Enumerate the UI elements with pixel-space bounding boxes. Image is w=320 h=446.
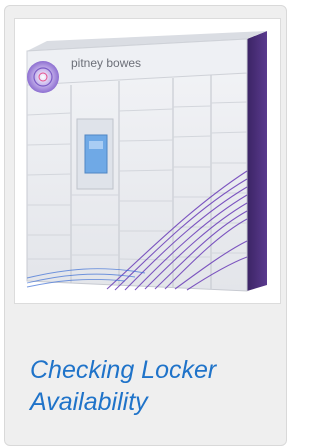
locker-side-panel — [247, 31, 267, 291]
parcel-locker-illustration: pitney bowes — [26, 31, 267, 292]
locker-card[interactable]: pitney bowes Checking Locker Availabilit… — [4, 5, 287, 446]
card-title-link[interactable]: Checking Locker Availability — [30, 354, 270, 418]
kiosk-screen — [84, 134, 108, 174]
image-brand-text: pitney bowes — [71, 56, 141, 70]
pitney-bowes-logo — [27, 61, 59, 93]
locker-image[interactable]: pitney bowes — [14, 18, 281, 304]
